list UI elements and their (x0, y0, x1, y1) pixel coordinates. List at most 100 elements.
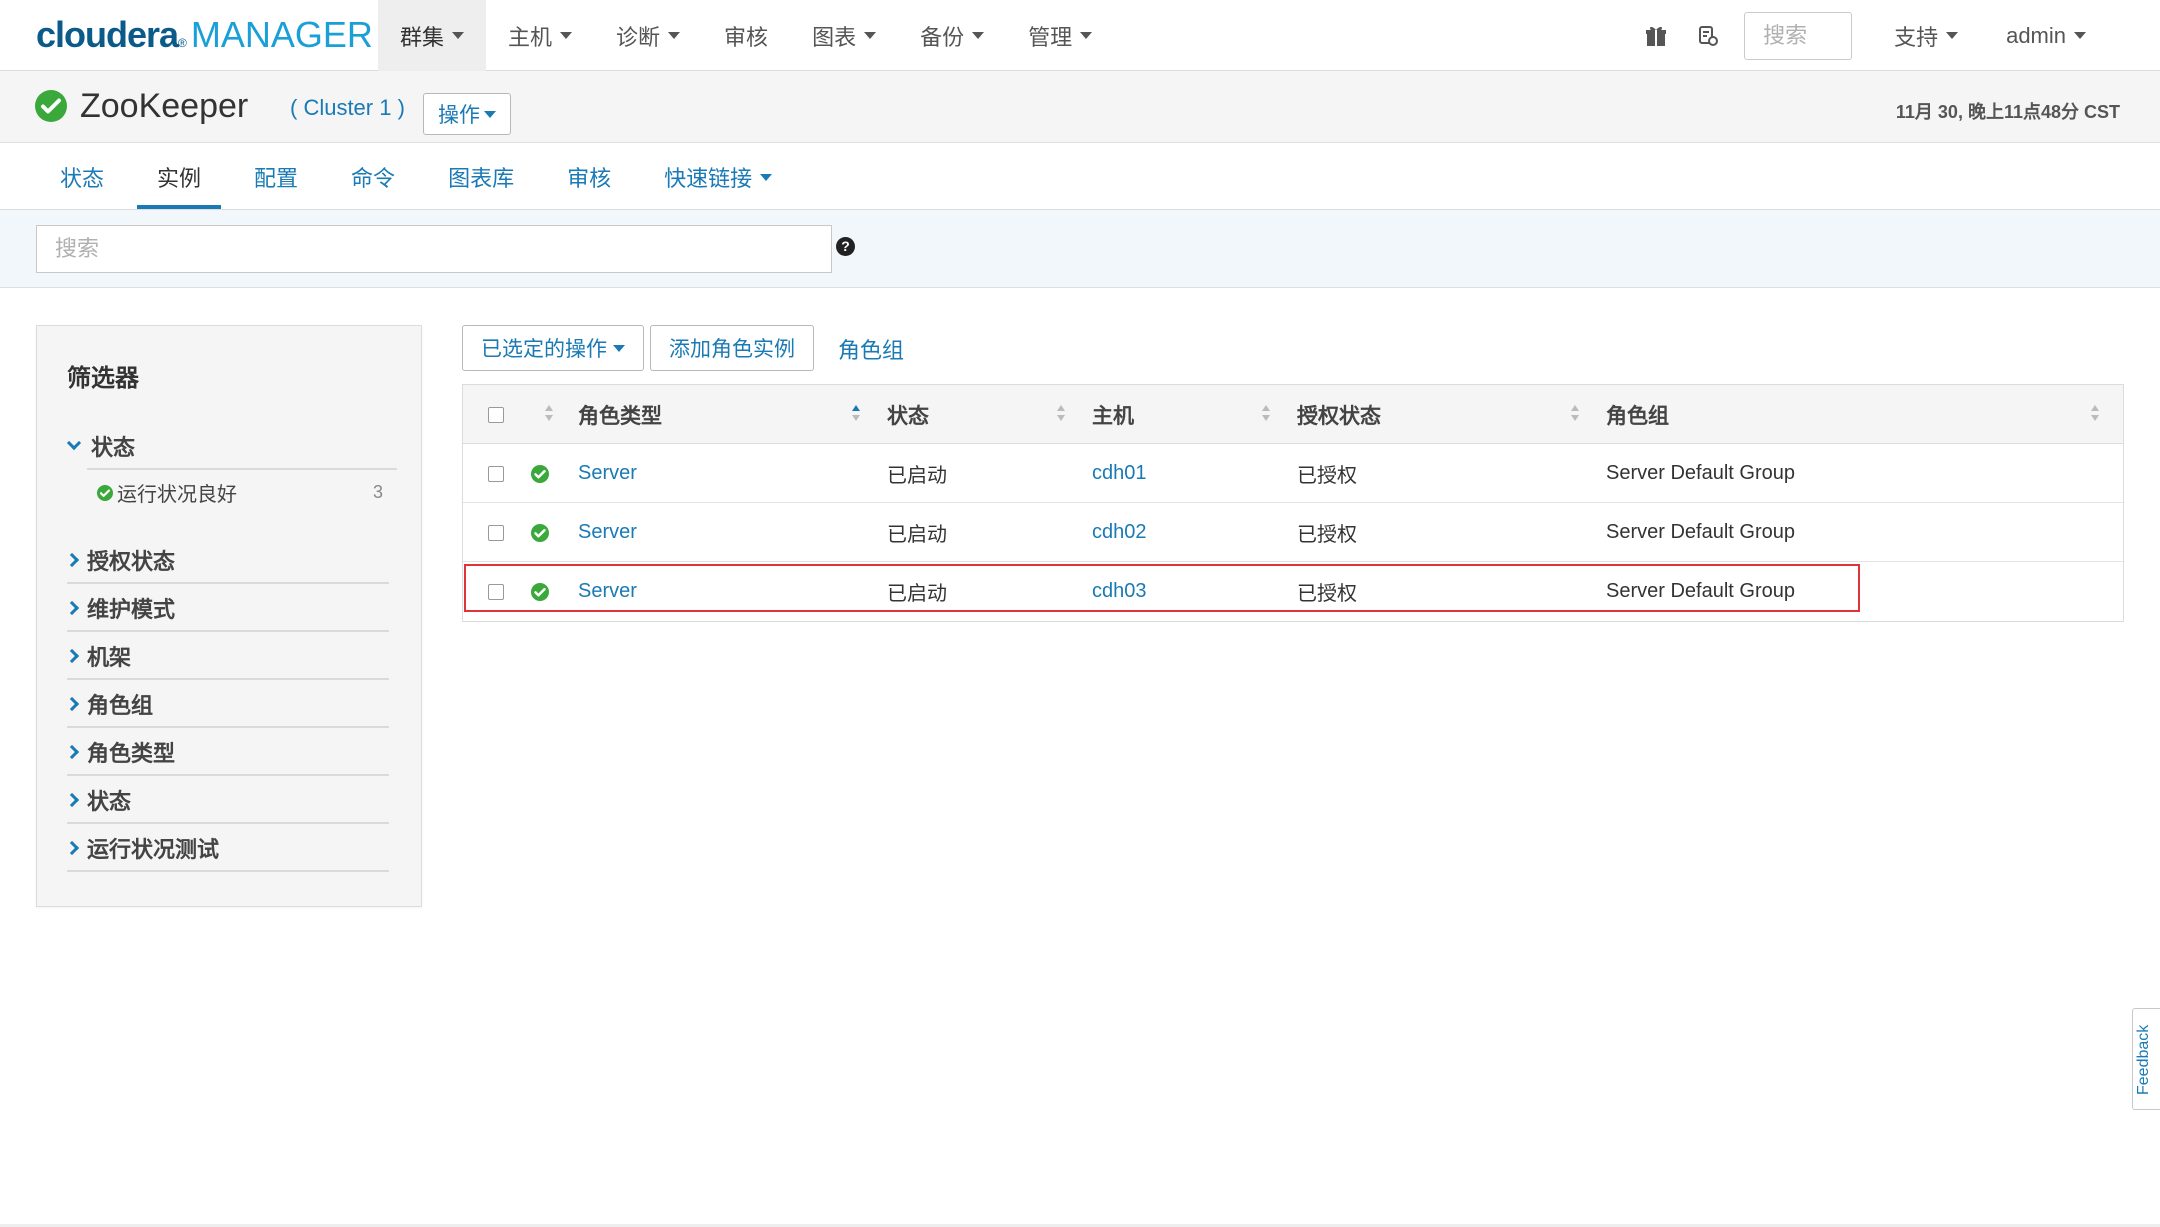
tab-instances[interactable]: 实例 (137, 144, 222, 210)
add-role-instance-button[interactable]: 添加角色实例 (650, 325, 814, 371)
cluster-link[interactable]: ( Cluster 1 ) (290, 95, 405, 121)
role-group: Server Default Group (1606, 580, 1795, 602)
filter-group-rack[interactable]: 机架 (64, 640, 389, 680)
good-health-icon (531, 444, 549, 503)
good-health-icon (531, 503, 549, 562)
logo-product: MANAGER (190, 14, 373, 55)
nav-backup[interactable]: 备份 (898, 0, 1006, 71)
user-menu[interactable]: admin (1982, 0, 2160, 71)
divider (67, 870, 389, 872)
sort-icon[interactable] (2091, 405, 2099, 423)
sort-icon[interactable] (1057, 405, 1065, 423)
header-host[interactable]: 主机 (1092, 385, 1134, 444)
parcel-icon[interactable] (1686, 14, 1730, 58)
global-search-input[interactable] (1744, 11, 1853, 60)
tab-commands[interactable]: 命令 (331, 144, 415, 210)
top-right-tools: 支持 admin (1634, 0, 2160, 71)
filter-item-good-health[interactable]: 运行状况良好 3 (97, 478, 383, 507)
instances-table: 角色类型 状态 主机 授权状态 角色组 Server 已启动 cdh01 已授权… (462, 384, 2124, 622)
chevron-down-icon (66, 435, 82, 451)
authorization-status: 已授权 (1297, 465, 1357, 487)
chevron-down-icon (972, 32, 985, 39)
registered-mark: ® (178, 36, 187, 50)
header-role-type[interactable]: 角色类型 (578, 385, 662, 444)
nav-diagnostics[interactable]: 诊断 (594, 0, 702, 71)
role-type-link[interactable]: Server (578, 444, 637, 503)
row-checkbox[interactable] (488, 444, 504, 503)
filter-group-role-type[interactable]: 角色类型 (64, 736, 389, 776)
authorization-status: 已授权 (1297, 524, 1357, 546)
chevron-down-icon (2074, 32, 2086, 39)
feedback-label: Feedback (2135, 1024, 2152, 1095)
tab-audits[interactable]: 审核 (547, 144, 631, 210)
instance-search-input[interactable] (36, 225, 832, 273)
filter-group-maintenance[interactable]: 维护模式 (64, 592, 389, 632)
sort-icon[interactable] (1262, 405, 1270, 423)
chevron-right-icon (64, 744, 80, 760)
chevron-down-icon (864, 32, 877, 39)
good-health-icon (97, 484, 113, 501)
host-link[interactable]: cdh02 (1092, 503, 1147, 562)
filter-panel: 筛选器 状态 运行状况良好 3 授权状态 维护模式 机架 角色组 角色类型 状态 (36, 325, 422, 907)
chevron-down-icon (1080, 32, 1093, 39)
actions-button[interactable]: 操作 (423, 93, 511, 135)
authorization-status: 已授权 (1297, 583, 1357, 605)
divider (67, 678, 389, 680)
good-health-icon (531, 562, 549, 621)
feedback-tab[interactable]: Feedback (2132, 1008, 2160, 1110)
chevron-down-icon (1946, 32, 1959, 39)
host-link[interactable]: cdh03 (1092, 562, 1147, 621)
filter-group-role-group[interactable]: 角色组 (64, 688, 389, 728)
chevron-down-icon (452, 32, 465, 39)
row-checkbox[interactable] (488, 503, 504, 562)
help-icon[interactable]: ? (836, 237, 855, 256)
nav-charts[interactable]: 图表 (790, 0, 898, 71)
filter-group-health-tests[interactable]: 运行状况测试 (64, 832, 389, 872)
nav-administration[interactable]: 管理 (1006, 0, 1114, 71)
nav-hosts[interactable]: 主机 (486, 0, 594, 71)
chevron-right-icon (64, 600, 80, 616)
role-type-link[interactable]: Server (578, 562, 637, 621)
timestamp: 11月 30, 晚上11点48分 CST (1895, 102, 2120, 122)
logo-brand: cloudera (36, 14, 179, 55)
chevron-right-icon (64, 696, 80, 712)
sort-icon[interactable] (545, 405, 553, 423)
role-state: 已启动 (887, 465, 947, 487)
chevron-down-icon (760, 173, 773, 181)
select-all-checkbox[interactable] (488, 385, 504, 444)
role-group: Server Default Group (1606, 462, 1795, 484)
main-nav: 群集 主机 诊断 审核 图表 备份 管理 (378, 0, 1114, 71)
cloudera-manager-logo[interactable]: cloudera ® MANAGER (36, 14, 373, 58)
support-menu[interactable]: 支持 (1870, 0, 1982, 71)
nav-audits[interactable]: 审核 (702, 0, 790, 71)
sort-asc-icon[interactable] (852, 405, 860, 423)
selected-actions-button[interactable]: 已选定的操作 (462, 325, 644, 371)
header-state[interactable]: 状态 (887, 385, 929, 444)
role-type-link[interactable]: Server (578, 503, 637, 562)
good-health-icon (35, 90, 67, 127)
tab-quick-links[interactable]: 快速链接 (644, 144, 792, 210)
header-role-group[interactable]: 角色组 (1606, 385, 1669, 444)
filter-count: 3 (372, 482, 383, 502)
tab-chart-library[interactable]: 图表库 (428, 144, 534, 210)
filter-title: 筛选器 (67, 365, 139, 392)
sort-icon[interactable] (1571, 405, 1579, 423)
divider (67, 822, 389, 824)
tab-status[interactable]: 状态 (40, 144, 124, 210)
divider (67, 774, 389, 776)
gift-icon[interactable] (1634, 14, 1678, 58)
role-state: 已启动 (887, 583, 947, 605)
role-groups-link[interactable]: 角色组 (838, 333, 904, 365)
host-link[interactable]: cdh01 (1092, 444, 1147, 503)
chevron-right-icon (64, 648, 80, 664)
tab-configuration[interactable]: 配置 (234, 144, 318, 210)
filter-group-state[interactable]: 状态 (64, 784, 389, 824)
top-navbar: cloudera® MANAGER 群集 主机 诊断 审核 图表 备份 管理 支… (0, 0, 2160, 71)
filter-group-status-expanded[interactable]: 状态 (66, 430, 397, 470)
chevron-right-icon (64, 792, 80, 808)
header-authorization[interactable]: 授权状态 (1297, 385, 1381, 444)
chevron-right-icon (64, 840, 80, 856)
nav-clusters[interactable]: 群集 (378, 0, 487, 71)
row-checkbox[interactable] (488, 562, 504, 621)
filter-group-authorization[interactable]: 授权状态 (64, 544, 389, 584)
